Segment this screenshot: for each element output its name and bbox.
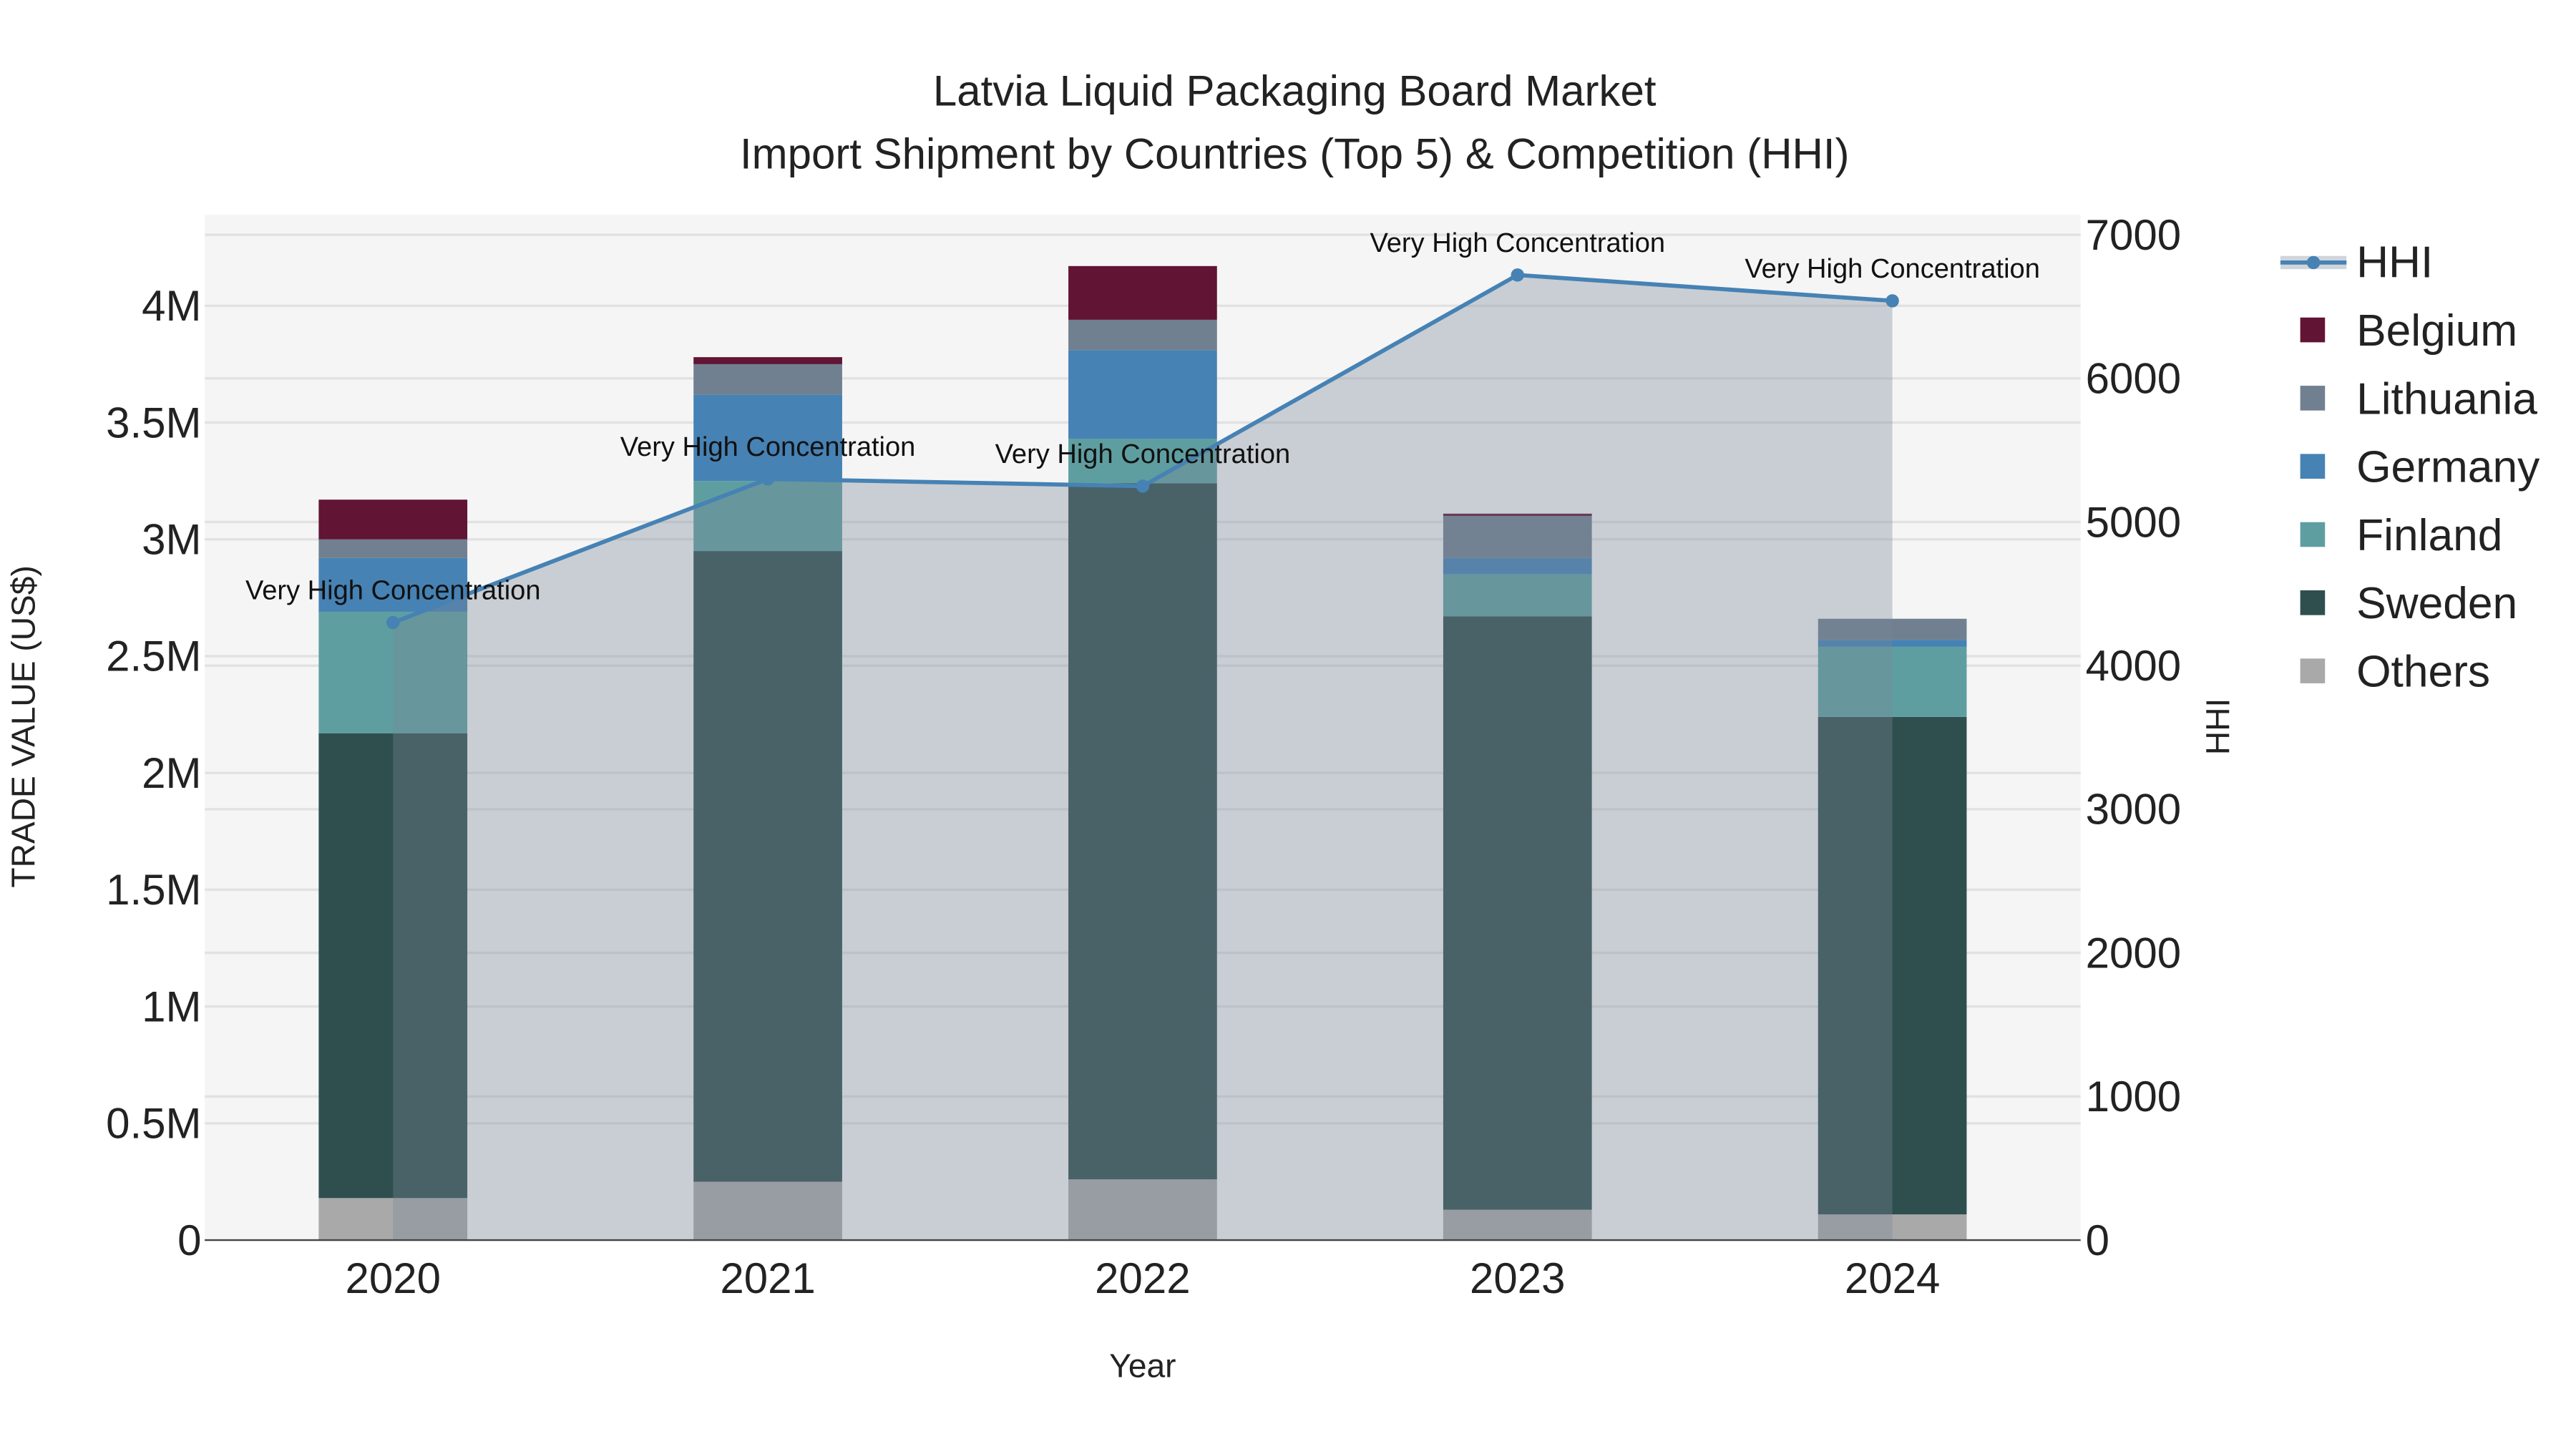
y-tick-label: 1M <box>142 982 201 1030</box>
y-tick-label: 4M <box>142 282 201 330</box>
chart-subtitle: Import Shipment by Countries (Top 5) & C… <box>740 130 1850 177</box>
hhi-annotation: Very High Concentration <box>620 432 916 462</box>
hhi-point-2023 <box>1511 268 1524 282</box>
y-tick-label: 0.5M <box>106 1100 201 1148</box>
legend-label: Lithuania <box>2356 374 2537 424</box>
x-tick-label: 2021 <box>720 1254 815 1302</box>
hhi-annotation: Very High Concentration <box>1370 228 1665 258</box>
hhi-annotation: Very High Concentration <box>1745 254 2040 284</box>
y-tick-label: 2M <box>142 749 201 797</box>
x-tick-label: 2022 <box>1095 1254 1190 1302</box>
hhi-annotation: Very High Concentration <box>245 576 541 606</box>
y2-tick-label: 1000 <box>2086 1073 2181 1121</box>
bar-lithuania-2021 <box>693 364 842 395</box>
legend-label: Germany <box>2356 443 2540 492</box>
chart: Very High Concentration Very High Concent… <box>0 0 2576 1449</box>
bar-lithuania-2020 <box>318 539 468 558</box>
y2-tick-label: 5000 <box>2086 498 2181 546</box>
y-tick-label: 3M <box>142 516 201 564</box>
hhi-annotation: Very High Concentration <box>995 439 1291 469</box>
legend-swatch <box>2300 386 2326 411</box>
y2-tick-label: 3000 <box>2086 786 2181 834</box>
y2-tick-label: 2000 <box>2086 929 2181 977</box>
legend-label: Sweden <box>2356 579 2517 628</box>
y2-tick-label: 6000 <box>2086 355 2181 403</box>
y2-tick-label: 7000 <box>2086 211 2181 259</box>
chart-title: Latvia Liquid Packaging Board Market <box>933 67 1657 115</box>
y2-tick-label: 4000 <box>2086 642 2181 690</box>
hhi-point-2020 <box>386 615 400 630</box>
bar-belgium-2021 <box>693 357 842 364</box>
y2-tick-label: 0 <box>2086 1216 2109 1264</box>
bar-lithuania-2022 <box>1068 319 1217 351</box>
hhi-point-2021 <box>761 472 775 486</box>
hhi-point-2022 <box>1136 479 1150 493</box>
legend-label: Others <box>2356 648 2490 697</box>
y-tick-label: 0 <box>177 1216 201 1264</box>
bar-belgium-2022 <box>1068 265 1217 320</box>
x-tick-label: 2023 <box>1470 1254 1565 1302</box>
legend-swatch <box>2300 454 2326 479</box>
legend-marker <box>2306 255 2321 270</box>
hhi-point-2024 <box>1885 294 1899 308</box>
y-tick-label: 3.5M <box>106 399 201 447</box>
legend-label: HHI <box>2356 238 2433 288</box>
legend-swatch <box>2300 522 2326 547</box>
bar-germany-2022 <box>1068 350 1217 439</box>
y-tick-label: 2.5M <box>106 633 201 680</box>
legend-swatch <box>2300 317 2326 343</box>
legend-swatch <box>2300 658 2326 683</box>
legend-swatch <box>2300 590 2326 615</box>
x-tick-label: 2024 <box>1845 1254 1940 1302</box>
legend-label: Belgium <box>2356 306 2517 356</box>
y2-axis-title: HHI <box>2199 698 2236 755</box>
x-tick-label: 2020 <box>345 1254 440 1302</box>
y-tick-label: 1.5M <box>106 866 201 914</box>
x-axis-title: Year <box>1109 1347 1176 1385</box>
legend-label: Finland <box>2356 511 2502 560</box>
y-axis-title: TRADE VALUE (US$) <box>4 565 42 887</box>
bar-belgium-2020 <box>318 499 468 540</box>
